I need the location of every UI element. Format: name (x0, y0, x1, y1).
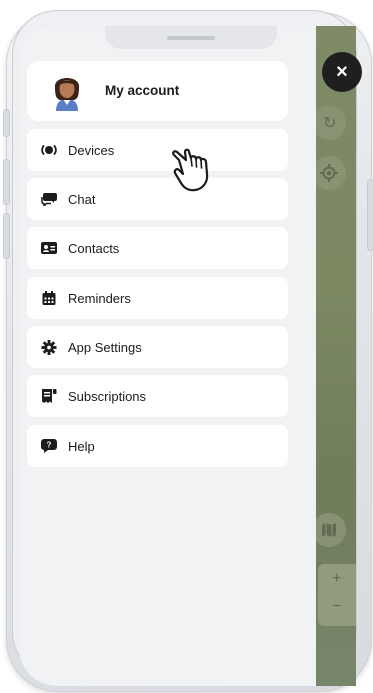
menu-item-help[interactable]: ? Help (27, 425, 288, 467)
notch-speaker (167, 36, 215, 40)
refresh-button[interactable]: ↻ (312, 106, 346, 140)
menu-item-app-settings[interactable]: App Settings (27, 326, 288, 368)
close-menu-button[interactable]: × (322, 52, 362, 92)
menu-item-label: Subscriptions (68, 389, 147, 404)
menu-item-label: App Settings (68, 340, 142, 355)
menu-item-reminders[interactable]: Reminders (27, 277, 288, 319)
phone-side-button (4, 110, 9, 136)
menu-item-chat[interactable]: Chat (27, 178, 288, 220)
gear-icon (41, 340, 57, 355)
hand-pointer-icon (172, 148, 209, 192)
menu-item-label: Reminders (68, 291, 131, 306)
menu-item-label: Devices (68, 143, 115, 158)
map-icon (322, 523, 336, 537)
svg-text:?: ? (47, 441, 52, 450)
subscriptions-icon (42, 389, 57, 403)
phone-side-button (4, 160, 9, 204)
phone-side-button (368, 180, 373, 250)
map-layers-button[interactable] (312, 513, 346, 547)
account-card[interactable]: My account (27, 61, 288, 121)
help-icon: ? (41, 439, 57, 453)
crosshair-icon (320, 164, 338, 182)
zoom-controls: + − (318, 564, 356, 626)
menu-item-label: Chat (68, 192, 96, 207)
chat-icon (41, 193, 57, 206)
devices-icon (41, 144, 57, 156)
zoom-in-button[interactable]: + (332, 570, 341, 588)
locate-button[interactable] (312, 156, 346, 190)
account-label: My account (105, 83, 180, 98)
menu-item-label: Contacts (68, 241, 120, 256)
menu-item-label: Help (68, 439, 95, 454)
avatar (54, 78, 80, 111)
contacts-icon (41, 242, 57, 254)
zoom-out-button[interactable]: − (332, 598, 341, 616)
refresh-icon: ↻ (323, 115, 337, 132)
menu-item-subscriptions[interactable]: Subscriptions (27, 375, 288, 417)
menu-item-contacts[interactable]: Contacts (27, 227, 288, 269)
phone-side-button (4, 214, 9, 258)
phone-notch (105, 26, 277, 49)
calendar-icon (42, 291, 56, 305)
menu-item-devices[interactable]: Devices (27, 129, 288, 171)
